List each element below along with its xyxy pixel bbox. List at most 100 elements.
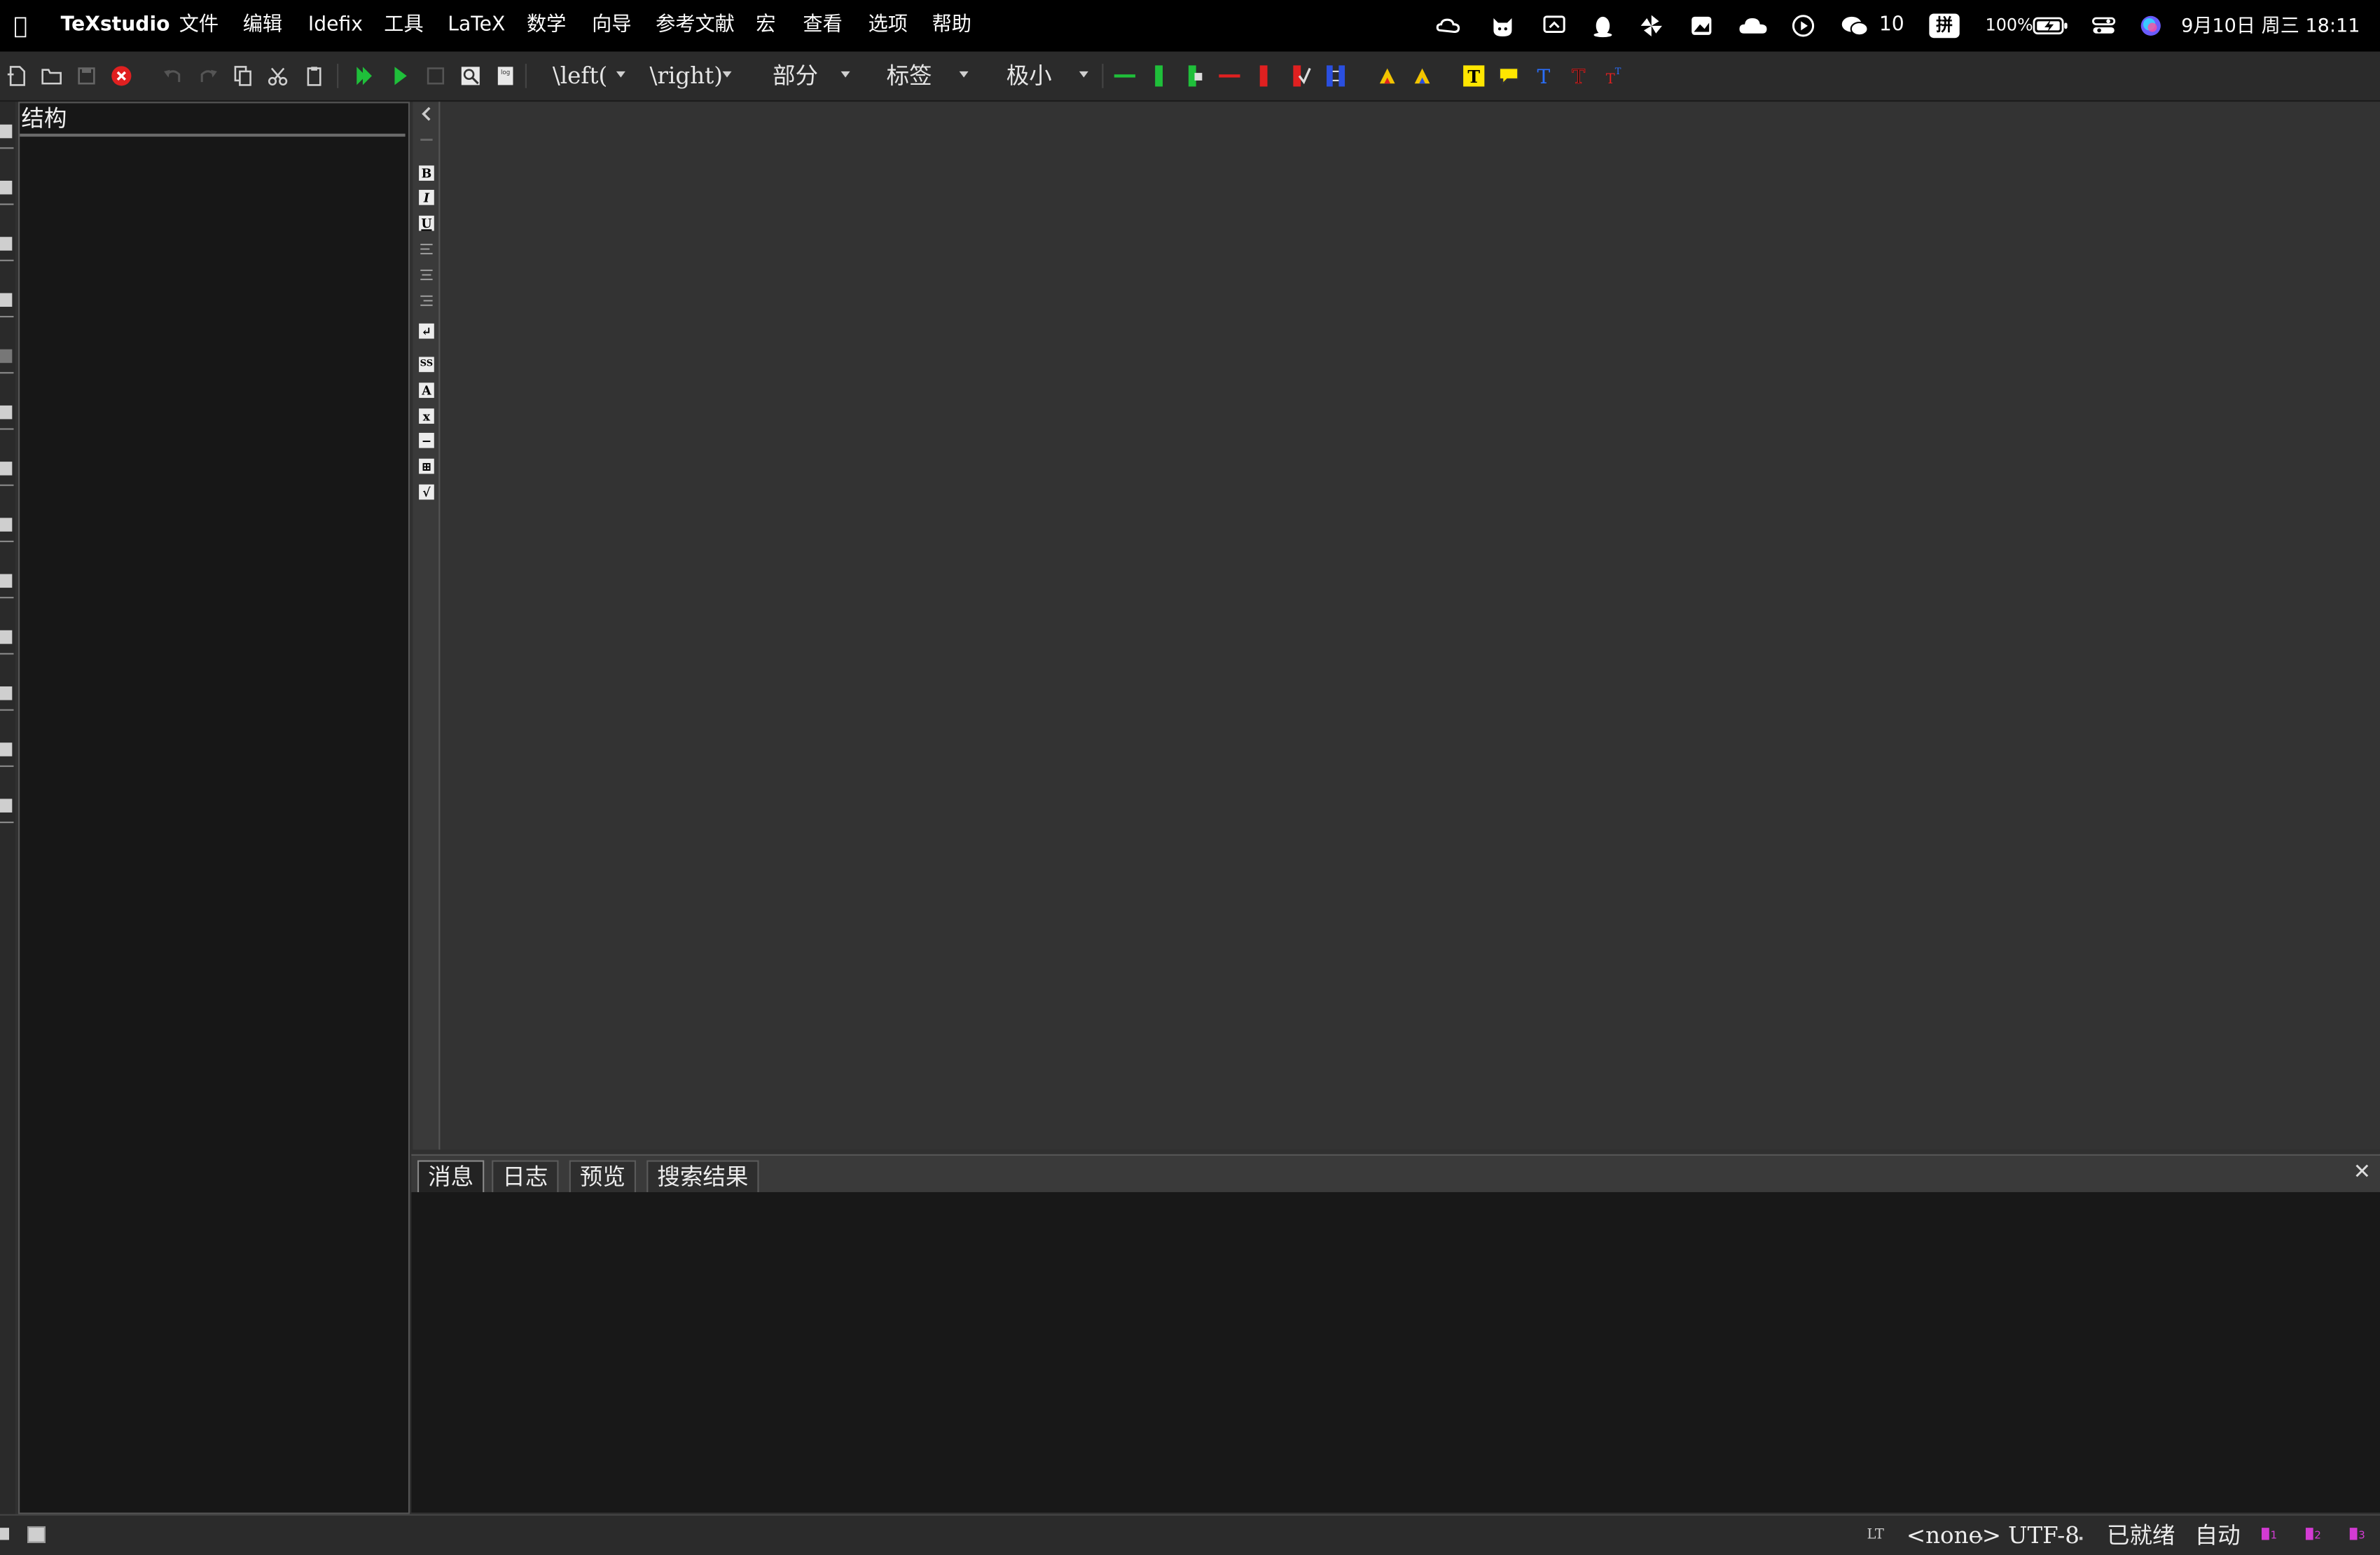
save-icon[interactable] bbox=[76, 65, 97, 86]
align-left-icon[interactable] bbox=[419, 242, 434, 257]
cat-app-icon[interactable] bbox=[1490, 14, 1515, 39]
chevron-left-icon[interactable] bbox=[419, 106, 434, 122]
align-center-icon[interactable] bbox=[419, 268, 434, 283]
auto-mode-status[interactable]: 自动 bbox=[2195, 1521, 2241, 1549]
qq-penguin-icon[interactable] bbox=[1591, 14, 1615, 39]
stop-compile-icon[interactable] bbox=[425, 65, 446, 86]
underline-icon[interactable]: U bbox=[419, 215, 434, 231]
text-color-dark-icon[interactable]: T bbox=[1568, 65, 1589, 86]
datetime[interactable]: 9月10日 周三 18:11 bbox=[2181, 0, 2360, 52]
italic-icon[interactable]: I bbox=[419, 190, 434, 205]
menu-help[interactable]: 帮助 bbox=[932, 0, 971, 52]
pstricks-tab-icon[interactable] bbox=[0, 799, 13, 813]
table-icon[interactable]: ⊞ bbox=[419, 458, 434, 474]
marker-orange-icon[interactable] bbox=[1411, 65, 1432, 86]
sans-serif-icon[interactable]: A bbox=[419, 382, 434, 399]
toc-tab-icon[interactable] bbox=[0, 181, 13, 195]
apple-icon[interactable]:  bbox=[14, 0, 28, 52]
menu-macros[interactable]: 宏 bbox=[756, 0, 775, 52]
relations-tab-icon[interactable] bbox=[0, 518, 13, 532]
tab-preview[interactable]: 预览 bbox=[569, 1160, 637, 1194]
subscript-icon[interactable]: x bbox=[419, 408, 434, 424]
view-pdf-icon[interactable] bbox=[460, 65, 481, 86]
text-superscript-icon[interactable]: TT bbox=[1603, 65, 1624, 86]
insert-flag-green-icon[interactable] bbox=[1184, 65, 1205, 87]
icloud-icon[interactable] bbox=[1738, 14, 1768, 39]
bookmarks-tab-icon[interactable] bbox=[0, 237, 13, 251]
toggle-output-icon[interactable] bbox=[27, 1526, 46, 1543]
menu-latex[interactable]: LaTeX bbox=[448, 0, 505, 52]
control-center-icon[interactable] bbox=[2091, 14, 2116, 39]
bookmark-2-icon[interactable]: 2 bbox=[2305, 1526, 2324, 1542]
battery-charging-icon[interactable] bbox=[2033, 14, 2069, 39]
menu-wizards[interactable]: 向导 bbox=[592, 0, 631, 52]
favorites-tab-icon[interactable] bbox=[0, 349, 13, 364]
insert-bar-green-icon[interactable] bbox=[1149, 65, 1170, 87]
insert-bar-red-icon[interactable] bbox=[1254, 65, 1275, 87]
insert-line-green-icon[interactable] bbox=[1114, 65, 1135, 86]
chevron-double-icon[interactable] bbox=[419, 132, 434, 148]
editor-area[interactable] bbox=[440, 102, 2380, 1150]
compile-icon[interactable] bbox=[390, 65, 411, 86]
wechat-icon[interactable] bbox=[1840, 14, 1870, 39]
paste-clipboard-icon[interactable] bbox=[303, 65, 324, 86]
arrows-tab-icon[interactable] bbox=[0, 574, 13, 588]
section-combo[interactable]: 部分 bbox=[773, 61, 855, 91]
comment-bubble-icon[interactable] bbox=[1498, 65, 1519, 86]
close-document-icon[interactable] bbox=[111, 65, 132, 86]
menu-idefix[interactable]: Idefix bbox=[308, 0, 363, 52]
menu-bibliography[interactable]: 参考文献 bbox=[656, 0, 735, 52]
view-log-icon[interactable]: log bbox=[494, 65, 516, 86]
insert-columns-blue-icon[interactable] bbox=[1325, 65, 1346, 87]
tab-log[interactable]: 日志 bbox=[492, 1160, 559, 1194]
insert-check-red-icon[interactable] bbox=[1290, 65, 1311, 87]
cut-scissors-icon[interactable] bbox=[267, 65, 288, 86]
app-name-menu[interactable]: TeXstudio bbox=[61, 0, 170, 52]
marker-yellow-icon[interactable] bbox=[1377, 65, 1398, 86]
brackets-tab-icon[interactable] bbox=[0, 405, 13, 420]
menu-math[interactable]: 数学 bbox=[527, 0, 566, 52]
right-delimiter-combo[interactable]: \right) bbox=[650, 61, 735, 91]
tab-messages[interactable]: 消息 bbox=[417, 1160, 485, 1194]
encoding-selector[interactable]: UTF-8 bbox=[2008, 1521, 2080, 1549]
text-highlight-yellow-icon[interactable]: T bbox=[1463, 65, 1485, 87]
font-size-combo[interactable]: 极小 bbox=[1006, 61, 1095, 91]
undo-icon[interactable] bbox=[162, 65, 184, 86]
pinwheel-icon[interactable] bbox=[1639, 14, 1663, 39]
menu-file[interactable]: 文件 bbox=[179, 0, 219, 52]
tab-search-results[interactable]: 搜索结果 bbox=[646, 1160, 759, 1194]
play-circle-icon[interactable] bbox=[1791, 14, 1815, 39]
redo-icon[interactable] bbox=[198, 65, 219, 86]
spellcheck-language-selector[interactable]: <none> bbox=[1907, 1521, 2001, 1549]
text-color-blue-icon[interactable]: T bbox=[1533, 65, 1554, 86]
menu-view[interactable]: 查看 bbox=[803, 0, 842, 52]
small-caps-icon[interactable]: SS bbox=[419, 357, 434, 373]
left-delimiter-combo[interactable]: \left( bbox=[553, 61, 628, 91]
align-right-icon[interactable] bbox=[419, 293, 434, 308]
menu-edit[interactable]: 编辑 bbox=[243, 0, 282, 52]
toggle-sidebar-icon[interactable] bbox=[0, 1528, 10, 1540]
newline-icon[interactable]: ↵ bbox=[419, 323, 434, 339]
bold-icon[interactable]: B bbox=[419, 165, 434, 181]
operators-tab-icon[interactable] bbox=[0, 462, 13, 476]
siri-icon[interactable] bbox=[2138, 14, 2163, 39]
greek-tab-icon[interactable] bbox=[0, 742, 13, 756]
menu-tools[interactable]: 工具 bbox=[384, 0, 423, 52]
cloud-sync-icon[interactable] bbox=[1436, 14, 1460, 39]
bookmark-1-icon[interactable]: 1 bbox=[2261, 1526, 2280, 1542]
symbols-tab-icon[interactable] bbox=[0, 293, 13, 307]
screen-mirror-icon[interactable] bbox=[1542, 14, 1567, 39]
fraction-icon[interactable]: − bbox=[419, 432, 434, 448]
sqrt-icon[interactable]: √ bbox=[419, 484, 434, 500]
close-icon[interactable]: ✕ bbox=[2353, 1160, 2371, 1184]
languagetool-indicator[interactable]: LT bbox=[1867, 1521, 1884, 1549]
build-view-icon[interactable] bbox=[354, 65, 375, 86]
menu-options[interactable]: 选项 bbox=[869, 0, 908, 52]
metapost-tab-icon[interactable] bbox=[0, 686, 13, 700]
misc-math-tab-icon[interactable] bbox=[0, 630, 13, 644]
insert-line-red-icon[interactable] bbox=[1219, 65, 1240, 86]
label-combo[interactable]: 标签 bbox=[887, 61, 971, 91]
open-folder-icon[interactable] bbox=[41, 65, 62, 86]
structure-tab-icon[interactable] bbox=[0, 124, 13, 139]
photo-box-icon[interactable] bbox=[1689, 14, 1714, 39]
